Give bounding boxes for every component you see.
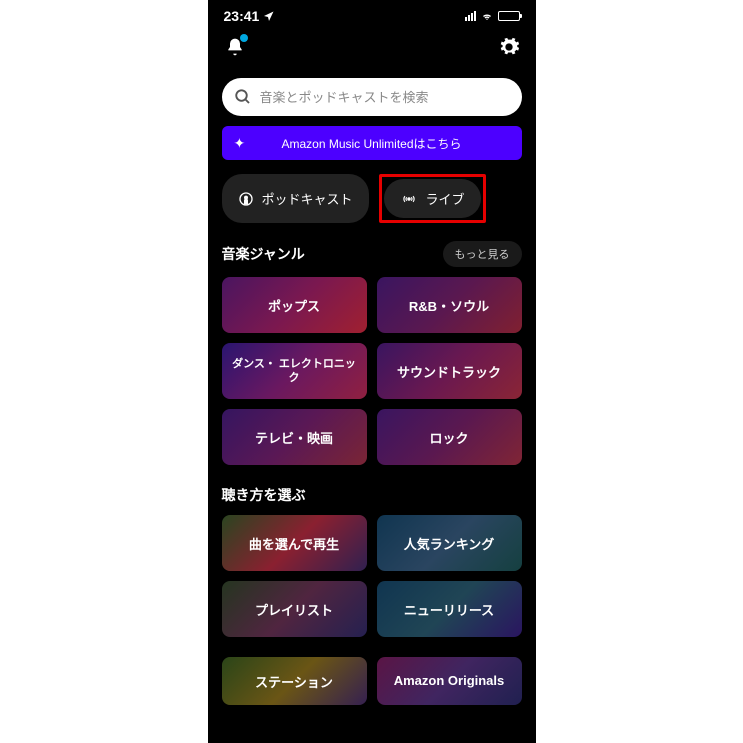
play-tile-playlist[interactable]: プレイリスト xyxy=(222,581,367,637)
location-icon xyxy=(263,10,275,22)
tile-label: R&B・ソウル xyxy=(409,296,489,315)
top-bar xyxy=(208,26,536,66)
status-bar: 23:41 xyxy=(208,0,536,26)
genre-grid: ポップス R&B・ソウル ダンス・ エレクトロニック サウンドトラック テレビ・… xyxy=(208,277,536,485)
play-tile-ranking[interactable]: 人気ランキング xyxy=(377,515,522,571)
play-grid: 曲を選んで再生 人気ランキング プレイリスト ニューリリース xyxy=(208,515,536,657)
play-tile-originals[interactable]: Amazon Originals xyxy=(377,657,522,705)
search-icon xyxy=(234,88,252,106)
wifi-icon xyxy=(480,10,494,22)
tile-label: 人気ランキング xyxy=(404,534,495,553)
sparkle-icon: ✦ xyxy=(234,135,246,152)
genre-tile-rbsoul[interactable]: R&B・ソウル xyxy=(377,277,522,333)
genre-title: 音楽ジャンル xyxy=(222,244,305,264)
tile-label: Amazon Originals xyxy=(394,673,505,689)
unlimited-banner[interactable]: ✦ Amazon Music Unlimitedはこちら xyxy=(222,126,522,160)
search-input[interactable] xyxy=(260,90,510,105)
tile-label: ダンス・ エレクトロニック xyxy=(228,357,361,386)
tile-label: ロック xyxy=(429,428,468,447)
banner-text: Amazon Music Unlimitedはこちら xyxy=(281,135,461,152)
more-button[interactable]: もっと見る xyxy=(443,241,522,267)
tile-label: ポップス xyxy=(268,296,320,315)
genre-tile-pops[interactable]: ポップス xyxy=(222,277,367,333)
podcast-label: ポッドキャスト xyxy=(262,189,353,208)
podcast-pill[interactable]: ポッドキャスト xyxy=(222,174,369,223)
notifications-button[interactable] xyxy=(224,36,246,58)
search-bar[interactable] xyxy=(222,78,522,116)
play-title: 聴き方を選ぶ xyxy=(222,485,306,505)
highlight-annotation: ライブ xyxy=(379,174,486,223)
play-tile-newrelease[interactable]: ニューリリース xyxy=(377,581,522,637)
play-section-header: 聴き方を選ぶ xyxy=(208,485,536,515)
battery-icon xyxy=(498,11,520,21)
play-grid-bottom: ステーション Amazon Originals xyxy=(208,657,536,705)
status-right xyxy=(465,10,520,22)
genre-tile-rock[interactable]: ロック xyxy=(377,409,522,465)
podcast-icon xyxy=(238,191,254,207)
status-time: 23:41 xyxy=(224,8,260,24)
live-label: ライブ xyxy=(426,189,465,208)
play-tile-station[interactable]: ステーション xyxy=(222,657,367,705)
tile-label: プレイリスト xyxy=(255,600,333,619)
tile-label: テレビ・映画 xyxy=(255,428,333,447)
signal-icon xyxy=(465,11,476,21)
live-icon xyxy=(400,192,418,206)
genre-tile-soundtrack[interactable]: サウンドトラック xyxy=(377,343,522,399)
settings-button[interactable] xyxy=(498,36,520,58)
app-screen: 23:41 ✦ Amazon Music Unlimitedはこちら xyxy=(208,0,536,743)
category-pills: ポッドキャスト ライブ xyxy=(208,174,536,241)
status-left: 23:41 xyxy=(224,8,276,24)
tile-label: ニューリリース xyxy=(404,600,494,619)
tile-label: 曲を選んで再生 xyxy=(249,534,339,553)
live-pill[interactable]: ライブ xyxy=(384,179,481,218)
tile-label: ステーション xyxy=(255,672,333,691)
play-tile-songs[interactable]: 曲を選んで再生 xyxy=(222,515,367,571)
tile-label: サウンドトラック xyxy=(397,362,501,381)
genre-section-header: 音楽ジャンル もっと見る xyxy=(208,241,536,277)
genre-tile-dance[interactable]: ダンス・ エレクトロニック xyxy=(222,343,367,399)
genre-tile-tv[interactable]: テレビ・映画 xyxy=(222,409,367,465)
